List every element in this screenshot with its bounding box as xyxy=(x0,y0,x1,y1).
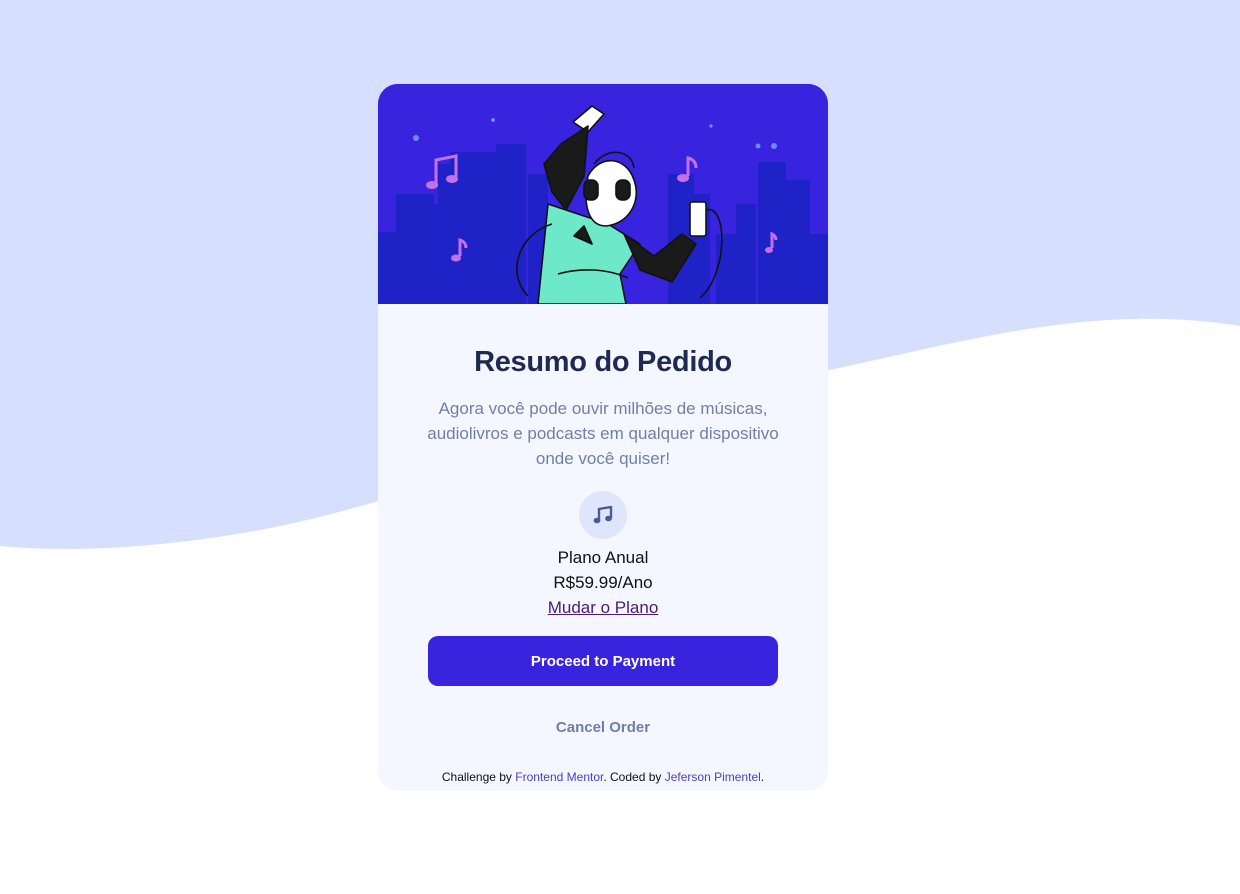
order-summary-title: Resumo do Pedido xyxy=(474,346,732,378)
plan-name: Plano Anual xyxy=(557,548,649,567)
author-link[interactable]: Jeferson Pimentel xyxy=(665,770,761,784)
plan-price: R$59.99/Ano xyxy=(553,573,653,592)
order-summary-card: Resumo do Pedido Agora você pode ouvir m… xyxy=(378,84,828,791)
order-summary-description: Agora você pode ouvir milhões de músicas… xyxy=(427,399,779,468)
attribution-middle: . Coded by xyxy=(603,770,662,784)
frontend-mentor-link[interactable]: Frontend Mentor xyxy=(515,770,603,784)
proceed-to-payment-button[interactable]: Proceed to Payment xyxy=(428,636,778,686)
attribution: Challenge by Frontend Mentor. Coded by J… xyxy=(378,770,828,784)
music-note-icon xyxy=(579,491,627,539)
hero-illustration xyxy=(378,84,828,304)
attribution-suffix: . xyxy=(760,770,765,784)
cancel-order-button[interactable]: Cancel Order xyxy=(503,712,703,742)
change-plan-link[interactable]: Mudar o Plano xyxy=(378,598,828,618)
attribution-prefix: Challenge by xyxy=(441,770,512,784)
